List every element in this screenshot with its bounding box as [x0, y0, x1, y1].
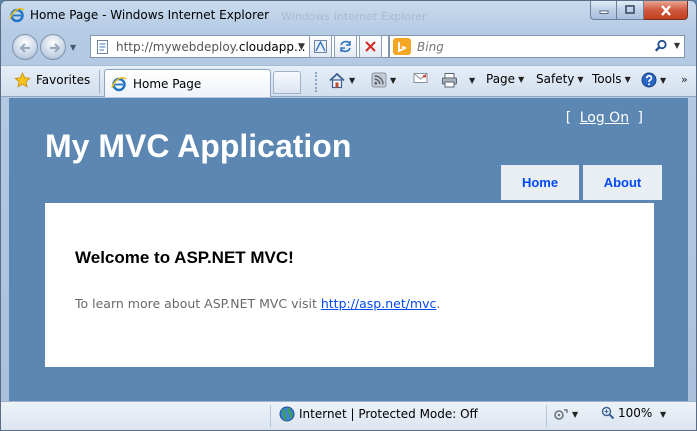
safety-menu-label: Safety — [536, 72, 575, 86]
new-tab-button[interactable] — [273, 71, 301, 94]
address-row: ▼ http://mywebdeploy.cloudapp... ▼ Bing … — [1, 31, 696, 63]
favorites-button[interactable]: Favorites — [14, 72, 90, 88]
favorites-star-icon — [14, 72, 31, 88]
compatibility-view-icon — [314, 40, 327, 53]
status-text-cell — [1, 405, 271, 427]
menu-item-home[interactable]: Home — [501, 165, 579, 200]
forward-button[interactable] — [40, 34, 66, 60]
title-bar[interactable]: Home Page - Windows Internet Explorer Wi… — [1, 1, 696, 29]
maximize-button[interactable] — [617, 1, 644, 20]
ie-tab-icon — [111, 76, 127, 91]
status-settings-dropdown-icon: ▼ — [572, 410, 579, 419]
feeds-button[interactable]: ▼ — [371, 72, 396, 88]
tools-menu-label: Tools — [592, 72, 622, 86]
maximize-icon — [625, 5, 635, 14]
welcome-text-body: To learn more about ASP.NET MVC visit — [75, 296, 321, 311]
status-empty-cell — [463, 405, 547, 427]
tools-menu-dropdown-icon: ▼ — [624, 74, 631, 84]
status-bar: Internet | Protected Mode: Off ▼ 100% ▼ — [1, 401, 696, 430]
search-icon[interactable] — [654, 39, 668, 53]
minimize-icon — [599, 10, 608, 14]
home-icon — [329, 72, 345, 89]
rss-feed-icon — [371, 72, 387, 88]
help-dropdown-icon[interactable]: ▼ — [660, 76, 666, 85]
safety-menu-dropdown-icon: ▼ — [577, 74, 584, 84]
print-dropdown-icon[interactable]: ▼ — [469, 76, 475, 85]
zoom-magnifier-icon — [601, 406, 615, 420]
zoom-button[interactable]: 100% — [601, 406, 652, 420]
popup-settings-icon — [554, 409, 568, 420]
search-box[interactable]: ▼ — [389, 35, 685, 58]
safety-menu-button[interactable]: Safety ▼ — [536, 72, 584, 86]
welcome-text: To learn more about ASP.NET MVC visit ht… — [75, 296, 440, 311]
command-bar: Favorites Home Page ▼ ▼ ▼ Page ▼ Safety … — [1, 65, 696, 97]
stop-icon — [365, 41, 376, 52]
logon-bracket-open: [ — [565, 110, 572, 126]
feeds-dropdown-icon[interactable]: ▼ — [390, 76, 396, 85]
close-window-button[interactable] — [644, 1, 688, 20]
logon-bracket-close: ] — [637, 110, 643, 126]
refresh-button[interactable] — [334, 35, 357, 58]
security-zone-label: Internet | Protected Mode: Off — [299, 407, 478, 421]
page-menu-button[interactable]: Page ▼ — [486, 72, 524, 86]
tab-home-page[interactable]: Home Page — [104, 69, 271, 97]
read-mail-button[interactable] — [413, 72, 428, 84]
search-input[interactable] — [417, 39, 637, 54]
page-menu-dropdown-icon: ▼ — [518, 74, 525, 84]
zoom-dropdown-icon[interactable]: ▼ — [660, 410, 666, 419]
forward-arrow-icon — [50, 43, 61, 53]
mail-icon — [413, 73, 428, 83]
site-title: My MVC Application — [45, 128, 352, 164]
window-title: Home Page - Windows Internet Explorer — [30, 8, 270, 22]
favorites-label: Favorites — [36, 73, 91, 87]
minimize-button[interactable] — [590, 1, 617, 20]
ie-logo-icon — [9, 7, 25, 23]
menu-item-about[interactable]: About — [583, 165, 662, 200]
url-prefix: http://mywebdeploy. — [116, 39, 239, 54]
refresh-icon — [340, 40, 351, 53]
home-button[interactable]: ▼ — [328, 72, 355, 89]
printer-icon — [442, 73, 457, 88]
main-content: Welcome to ASP.NET MVC! To learn more ab… — [45, 203, 654, 367]
recent-pages-dropdown-icon[interactable]: ▼ — [70, 43, 76, 52]
bing-logo-icon — [393, 38, 411, 55]
security-zone[interactable]: Internet | Protected Mode: Off — [279, 406, 478, 422]
site-menu: Home About — [501, 165, 662, 200]
address-dropdown-icon[interactable]: ▼ — [298, 42, 305, 52]
favorites-separator — [99, 70, 100, 94]
toolbar-grip — [315, 72, 317, 92]
close-icon — [660, 4, 671, 16]
compatibility-view-button[interactable] — [309, 35, 332, 58]
logon-area: [ Log On ] — [566, 110, 643, 126]
browser-window: Home Page - Windows Internet Explorer Wi… — [0, 0, 697, 431]
asp-net-mvc-link[interactable]: http://asp.net/mvc — [321, 296, 437, 311]
help-button[interactable]: ▼ — [641, 72, 666, 88]
tab-label: Home Page — [133, 76, 202, 91]
page-viewport: [ Log On ] My MVC Application Home About… — [9, 98, 688, 401]
toolbar-overflow-icon[interactable]: » — [681, 73, 688, 86]
zoom-level: 100% — [618, 406, 653, 420]
caption-buttons — [590, 1, 688, 21]
url-domain: cloudapp... — [238, 39, 306, 54]
help-icon — [641, 72, 657, 88]
page-favicon-icon — [97, 39, 108, 54]
back-button[interactable] — [12, 34, 38, 60]
stop-button[interactable] — [359, 35, 382, 58]
welcome-text-end: . — [436, 296, 441, 311]
tools-menu-button[interactable]: Tools ▼ — [592, 72, 631, 86]
welcome-heading: Welcome to ASP.NET MVC! — [75, 248, 294, 267]
page-menu-label: Page — [486, 72, 516, 86]
print-button[interactable]: ▼ — [441, 72, 475, 88]
home-dropdown-icon[interactable]: ▼ — [349, 76, 355, 85]
internet-globe-icon — [279, 406, 295, 422]
back-arrow-icon — [19, 43, 30, 53]
status-settings-button[interactable]: ▼ — [553, 407, 578, 422]
address-input[interactable]: http://mywebdeploy.cloudapp... — [116, 39, 305, 54]
search-provider-dropdown-icon[interactable]: ▼ — [674, 41, 680, 50]
window-title-ghost: Windows Internet Explorer — [281, 10, 427, 23]
log-on-link[interactable]: Log On — [580, 110, 629, 126]
